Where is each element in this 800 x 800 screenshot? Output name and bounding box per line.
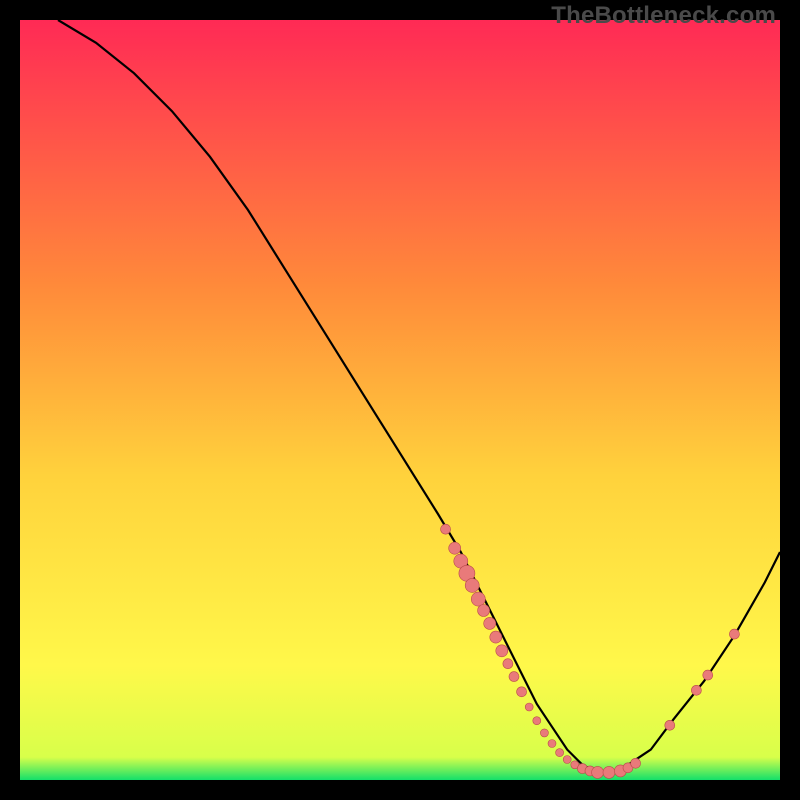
data-marker (533, 717, 541, 725)
data-marker (449, 542, 461, 554)
data-marker (603, 766, 615, 778)
data-marker (556, 749, 564, 757)
bottleneck-chart (20, 20, 780, 780)
data-marker (484, 617, 496, 629)
gradient-background (20, 20, 780, 780)
data-marker (503, 659, 513, 669)
data-marker (592, 766, 604, 778)
data-marker (540, 729, 548, 737)
data-marker (517, 687, 527, 697)
data-marker (631, 758, 641, 768)
data-marker (509, 672, 519, 682)
data-marker (703, 670, 713, 680)
data-marker (465, 578, 479, 592)
data-marker (665, 720, 675, 730)
data-marker (471, 592, 485, 606)
data-marker (563, 756, 571, 764)
data-marker (496, 645, 508, 657)
data-marker (548, 740, 556, 748)
chart-frame (20, 20, 780, 780)
data-marker (729, 629, 739, 639)
data-marker (691, 685, 701, 695)
data-marker (441, 524, 451, 534)
data-marker (525, 703, 533, 711)
data-marker (490, 631, 502, 643)
data-marker (478, 605, 490, 617)
watermark-text: TheBottleneck.com (551, 2, 776, 30)
